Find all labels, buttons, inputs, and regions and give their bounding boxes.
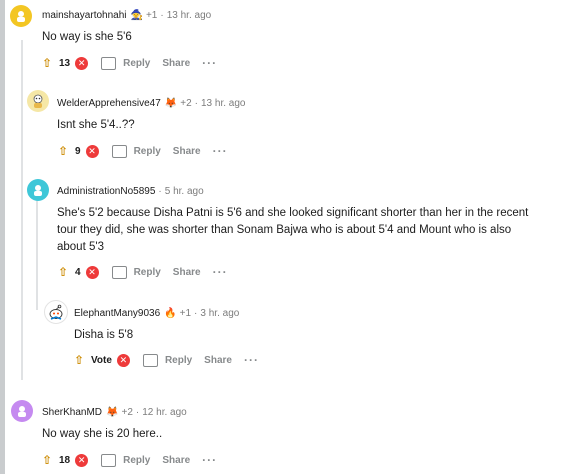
share-button[interactable]: Share (162, 58, 190, 69)
thread-line-2[interactable] (36, 190, 38, 310)
share-button[interactable]: Share (173, 267, 201, 278)
reply-icon[interactable] (101, 453, 117, 467)
downvote-icon[interactable]: ✕ (75, 453, 89, 467)
comment-text: No way is she 5'6 (42, 31, 132, 43)
downvote-icon[interactable]: ✕ (85, 144, 99, 158)
separator: · (194, 98, 198, 109)
reply-button[interactable]: Reply (123, 58, 150, 69)
more-icon[interactable]: ··· (213, 265, 228, 279)
avatar[interactable] (44, 300, 68, 324)
share-button[interactable]: Share (173, 146, 201, 157)
comment-meta: ElephantMany9036 🔥 +1 · 3 hr. ago (74, 308, 239, 319)
more-icon[interactable]: ··· (202, 453, 217, 467)
more-icon[interactable]: ··· (244, 353, 259, 367)
snoo-avatar-icon (49, 304, 63, 320)
username[interactable]: SherKhanMD (42, 407, 102, 418)
comment-actions: ⇧ 4 ✕ Reply Share ··· (56, 265, 228, 279)
avatar[interactable] (27, 179, 49, 201)
flair-icon: 🔥 (164, 308, 177, 319)
username[interactable]: AdministrationNo5895 (57, 186, 155, 197)
avatar[interactable] (10, 5, 32, 27)
comment-meta: mainshayartohnahi 🧙 +1 · 13 hr. ago (42, 10, 211, 21)
reply-icon[interactable] (101, 56, 117, 70)
flair-icon: 🦊 (106, 407, 119, 418)
thread-line-root[interactable] (0, 0, 5, 474)
flair-icon: 🧙 (130, 10, 143, 21)
username[interactable]: mainshayartohnahi (42, 10, 127, 21)
comment-meta: WelderApprehensive47 🦊 +2 · 13 hr. ago (57, 98, 245, 109)
comment-meta: SherKhanMD 🦊 +2 · 12 hr. ago (42, 407, 187, 418)
reply-button[interactable]: Reply (134, 267, 161, 278)
avatar-icon (17, 11, 25, 22)
thread-line-1[interactable] (21, 40, 23, 380)
avatar-icon (34, 185, 42, 196)
avatar[interactable] (11, 400, 33, 422)
reply-icon[interactable] (111, 265, 127, 279)
karma-badge: +1 (179, 308, 192, 319)
comment-text: No way she is 20 here.. (42, 428, 163, 440)
upvote-icon[interactable]: ⇧ (56, 265, 70, 279)
reply-icon[interactable] (111, 144, 127, 158)
separator: · (194, 308, 198, 319)
timestamp[interactable]: 13 hr. ago (201, 98, 245, 109)
comment-text: She's 5'2 because Disha Patni is 5'6 and… (57, 205, 557, 256)
upvote-icon[interactable]: ⇧ (40, 56, 54, 70)
downvote-icon[interactable]: ✕ (85, 265, 99, 279)
avatar[interactable] (27, 90, 49, 112)
flair-icon: 🦊 (164, 98, 178, 109)
timestamp[interactable]: 3 hr. ago (200, 308, 239, 319)
reply-button[interactable]: Reply (134, 146, 161, 157)
karma-badge: +2 (121, 407, 133, 418)
score: 18 (59, 454, 71, 466)
reply-button[interactable]: Reply (165, 355, 192, 366)
timestamp[interactable]: 12 hr. ago (142, 407, 186, 418)
more-icon[interactable]: ··· (202, 56, 217, 70)
avatar-icon (18, 406, 26, 417)
comment-meta: AdministrationNo5895 · 5 hr. ago (57, 186, 204, 197)
reply-icon[interactable] (142, 353, 158, 367)
separator: · (135, 407, 140, 418)
timestamp[interactable]: 5 hr. ago (165, 186, 204, 197)
upvote-icon[interactable]: ⇧ (56, 144, 70, 158)
upvote-icon[interactable]: ⇧ (40, 453, 54, 467)
karma-badge: +1 (145, 10, 158, 21)
separator: · (158, 186, 162, 197)
comment-actions: ⇧ 9 ✕ Reply Share ··· (56, 144, 228, 158)
avatar-icon (33, 94, 43, 108)
score: 9 (75, 145, 81, 157)
comment-text-line: tour they did, she was shorter than Sona… (57, 224, 512, 236)
downvote-icon[interactable]: ✕ (116, 353, 130, 367)
comment-text-line: about 5'3 (57, 241, 104, 253)
more-icon[interactable]: ··· (213, 144, 228, 158)
score: 4 (75, 266, 81, 278)
username[interactable]: WelderApprehensive47 (57, 98, 161, 109)
downvote-icon[interactable]: ✕ (75, 56, 89, 70)
comment-actions: ⇧ Vote ✕ Reply Share ··· (72, 353, 259, 367)
comment-actions: ⇧ 18 ✕ Reply Share ··· (40, 453, 217, 467)
timestamp[interactable]: 13 hr. ago (167, 10, 211, 21)
comment-text-line: She's 5'2 because Disha Patni is 5'6 and… (57, 207, 529, 219)
username[interactable]: ElephantMany9036 (74, 308, 160, 319)
comment-text: Isnt she 5'4..?? (57, 119, 135, 131)
upvote-icon[interactable]: ⇧ (72, 353, 86, 367)
comment-text: Disha is 5'8 (74, 329, 134, 341)
comment-actions: ⇧ 13 ✕ Reply Share ··· (40, 56, 217, 70)
score: 13 (59, 57, 71, 69)
share-button[interactable]: Share (162, 455, 190, 466)
karma-badge: +2 (180, 98, 192, 109)
share-button[interactable]: Share (204, 355, 232, 366)
reply-button[interactable]: Reply (123, 455, 150, 466)
vote-label: Vote (91, 354, 112, 366)
separator: · (160, 10, 164, 21)
